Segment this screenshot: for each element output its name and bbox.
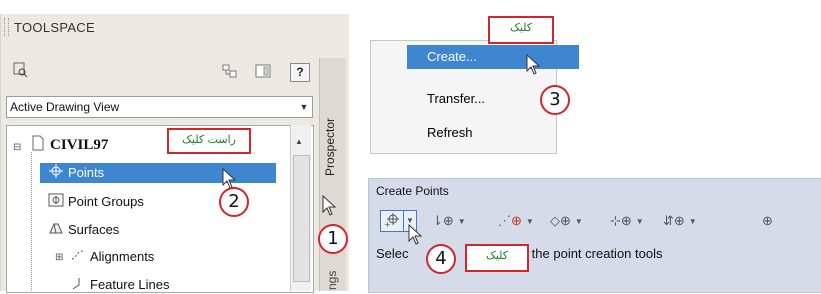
chevron-down-icon: ▼: [525, 216, 534, 226]
interpolate-icon: ⇂⊕: [432, 213, 454, 228]
svg-text:+: +: [384, 220, 391, 229]
expand-icon[interactable]: ⊞: [55, 252, 63, 263]
interpolation-tool[interactable]: ⇂⊕ ▼: [432, 210, 466, 232]
menu-item-transfer[interactable]: Transfer...: [371, 87, 556, 111]
points-icon: [48, 163, 64, 178]
tree-guide: [31, 152, 33, 291]
prospector-tab-label: Prospector: [323, 117, 337, 176]
chevron-down-icon: ▼: [457, 216, 466, 226]
chevron-down-icon: ▼: [574, 216, 583, 226]
step-badge-4: 4: [426, 244, 456, 274]
menu-item-refresh[interactable]: Refresh: [371, 121, 556, 145]
callout-click-create: کلیک: [488, 16, 554, 44]
create-points-title: Create Points: [376, 184, 449, 198]
create-point-icon: +: [380, 210, 404, 232]
chevron-down-icon: ▼: [688, 216, 697, 226]
callout-click-tool: کلیک: [465, 244, 529, 272]
chevron-down-icon: ▼: [635, 216, 644, 226]
cursor-icon: [408, 224, 423, 245]
tree-item-surfaces[interactable]: Surfaces: [48, 220, 119, 237]
toolspace-title: TOOLSPACE: [14, 20, 95, 35]
drawing-icon: [30, 135, 46, 151]
tree-item-feature-lines[interactable]: Feature Lines: [70, 275, 170, 292]
settings-tab-label[interactable]: ngs: [325, 271, 339, 290]
alignment-icon: [70, 247, 86, 261]
view-dropdown-value: Active Drawing View: [10, 100, 120, 114]
tree-item-civil97[interactable]: CIVIL97: [30, 135, 108, 154]
point-settings-icon: ⊕: [762, 213, 773, 228]
tree-item-points[interactable]: Points: [40, 163, 276, 183]
slope-tool[interactable]: ⋰⊕ ▼: [498, 210, 534, 232]
surface-point-tool[interactable]: ◇⊕ ▼: [550, 210, 583, 232]
cursor-icon: [526, 54, 541, 75]
tree-item-point-groups[interactable]: Point Groups: [48, 192, 144, 209]
help-button[interactable]: ?: [290, 63, 310, 82]
step-badge-1: 1: [318, 224, 348, 254]
tree-item-alignments[interactable]: Alignments: [70, 247, 154, 264]
station-point-icon: ⇵⊕: [663, 213, 685, 228]
point-groups-icon: [48, 192, 64, 207]
scroll-up-icon[interactable]: ▲: [295, 137, 303, 146]
alignment-point-icon: ⊹⊕: [610, 213, 632, 228]
callout-right-click: راست کلیک: [167, 128, 251, 154]
station-point-tool[interactable]: ⇵⊕ ▼: [663, 210, 697, 232]
panel-layout-icon[interactable]: [221, 63, 238, 79]
panel-grip[interactable]: [4, 18, 9, 36]
surface-icon: [48, 220, 64, 234]
window-icon[interactable]: [254, 63, 271, 79]
alignment-point-tool[interactable]: ⊹⊕ ▼: [610, 210, 644, 232]
expand-collapse-icon[interactable]: ⊟: [13, 142, 21, 153]
scrollbar-thumb[interactable]: [293, 155, 310, 282]
menu-item-create[interactable]: Create...: [407, 45, 579, 69]
tree-scrollbar[interactable]: ▲: [290, 125, 311, 291]
feature-line-icon: [70, 275, 86, 290]
chevron-down-icon[interactable]: ▼: [296, 97, 312, 117]
settings-tool[interactable]: ⊕: [762, 210, 773, 232]
slope-icon: ⋰⊕: [498, 213, 522, 228]
step-badge-3: 3: [540, 85, 570, 115]
surface-point-icon: ◇⊕: [550, 213, 571, 228]
view-dropdown[interactable]: Active Drawing View ▼: [6, 96, 313, 118]
search-icon[interactable]: [12, 62, 29, 78]
step-badge-2: 2: [219, 187, 249, 217]
cursor-icon: [322, 195, 337, 216]
